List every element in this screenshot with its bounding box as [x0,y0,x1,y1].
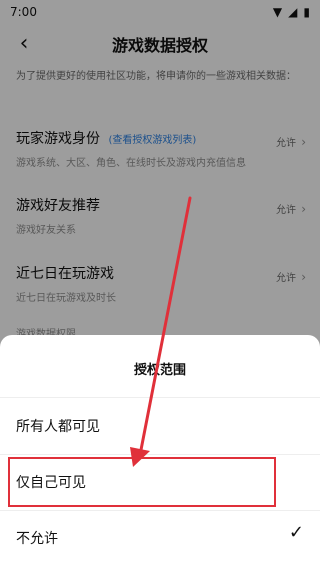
annotation-arrow [130,196,192,467]
